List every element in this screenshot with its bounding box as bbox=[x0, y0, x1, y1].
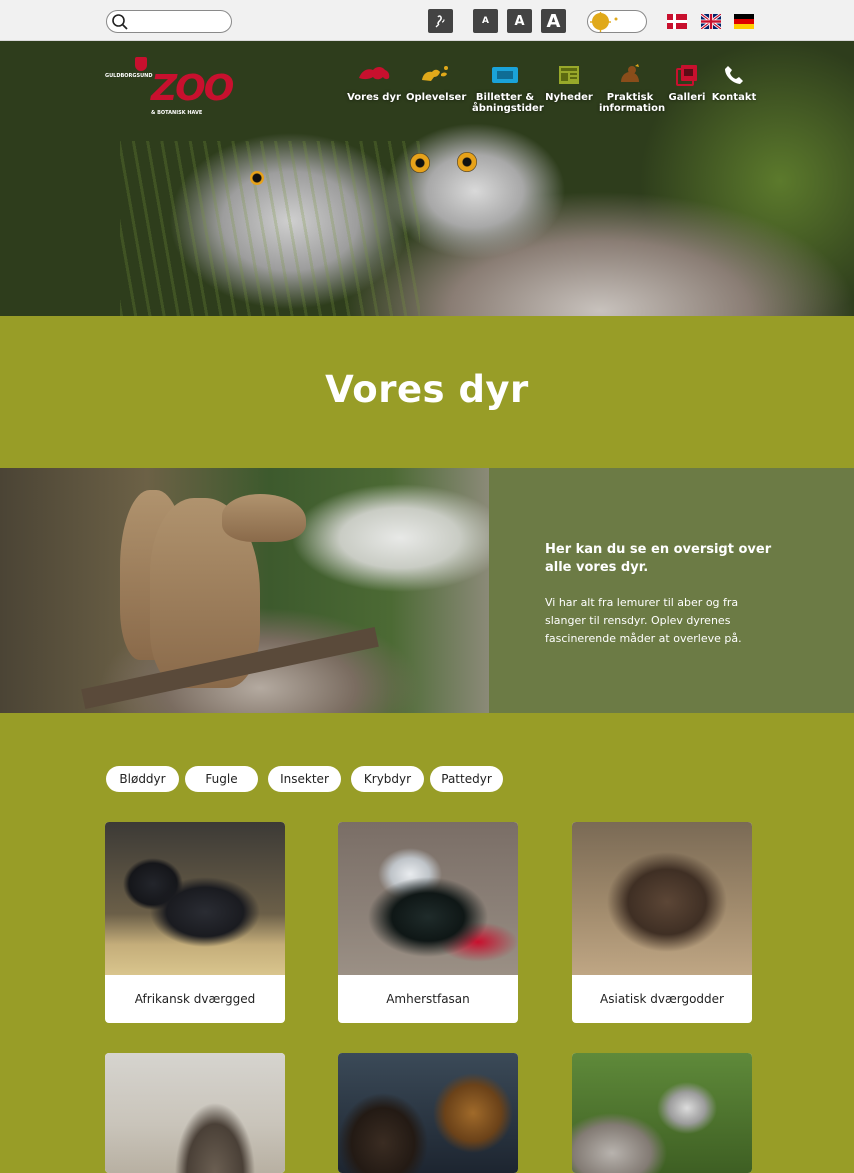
animal-card[interactable] bbox=[572, 1053, 752, 1173]
nav-item-billetter[interactable]: Billetter & åbningstider bbox=[472, 64, 544, 114]
nav-item-galleri[interactable]: Galleri bbox=[667, 64, 707, 114]
nav-label: Praktisk information bbox=[599, 92, 666, 114]
hearing-loop-button[interactable] bbox=[428, 9, 453, 33]
animals-icon bbox=[359, 67, 390, 80]
utility-bar: A A A bbox=[0, 0, 854, 41]
animal-photo bbox=[105, 1053, 285, 1173]
filter-insekter[interactable]: Insekter bbox=[268, 766, 341, 792]
logo-subtitle: & BOTANISK HAVE bbox=[151, 110, 203, 116]
lemur-eye bbox=[457, 152, 477, 172]
info-icon bbox=[621, 64, 639, 82]
filter-pattedyr[interactable]: Pattedyr bbox=[430, 766, 503, 792]
filter-fugle[interactable]: Fugle bbox=[185, 766, 258, 792]
animal-photo bbox=[338, 822, 518, 975]
title-band: Vores dyr bbox=[0, 316, 854, 468]
intro-text: Vi har alt fra lemurer til aber og fra s… bbox=[545, 596, 742, 645]
search-icon bbox=[112, 14, 128, 30]
animal-photo bbox=[572, 822, 752, 975]
animal-name: Amherstfasan bbox=[386, 992, 470, 1006]
text-size-medium-button[interactable]: A bbox=[507, 9, 532, 33]
intro-heading: Her kan du se en oversigt over alle vore… bbox=[545, 542, 772, 575]
zoo-logo[interactable]: GULDBORGSUND ZOO & BOTANISK HAVE bbox=[105, 57, 234, 121]
filter-bloddyr[interactable]: Bløddyr bbox=[106, 766, 179, 792]
nav-item-kontakt[interactable]: Kontakt bbox=[711, 64, 757, 114]
flag-english-icon[interactable] bbox=[701, 14, 721, 29]
meerkat-image bbox=[0, 468, 489, 713]
animal-card[interactable] bbox=[338, 1053, 518, 1173]
animal-card[interactable] bbox=[105, 1053, 285, 1173]
nav-label: Galleri bbox=[668, 92, 706, 103]
page-title: Vores dyr bbox=[325, 368, 529, 411]
animal-card[interactable]: Afrikansk dværgged bbox=[105, 822, 285, 1023]
nav-label: Billetter & åbningstider bbox=[472, 92, 544, 114]
logo-main-text: ZOO bbox=[151, 68, 234, 109]
logo-small-text: GULDBORGSUND bbox=[105, 73, 153, 79]
experiences-icon bbox=[422, 66, 448, 81]
nav-item-oplevelser[interactable]: Oplevelser bbox=[406, 64, 467, 114]
gallery-icon bbox=[676, 65, 697, 86]
hearing-icon bbox=[435, 15, 445, 28]
contrast-toggle[interactable] bbox=[587, 10, 647, 33]
nav-label: Kontakt bbox=[711, 92, 757, 103]
animal-name: Asiatisk dværgodder bbox=[600, 992, 724, 1006]
flag-danish-icon[interactable] bbox=[667, 14, 687, 29]
nav-item-praktisk-information[interactable]: Praktisk information bbox=[599, 64, 666, 114]
animal-photo bbox=[572, 1053, 752, 1173]
animal-photo bbox=[338, 1053, 518, 1173]
phone-icon bbox=[725, 66, 743, 84]
animal-photo bbox=[105, 822, 285, 975]
lemur-eye bbox=[410, 153, 430, 173]
animal-card[interactable]: Asiatisk dværgodder bbox=[572, 822, 752, 1023]
animal-name: Afrikansk dværgged bbox=[134, 992, 256, 1006]
crest-icon bbox=[135, 57, 147, 71]
animal-card[interactable]: Amherstfasan bbox=[338, 822, 518, 1023]
news-icon bbox=[559, 66, 579, 84]
nav-label: Nyheder bbox=[545, 92, 593, 103]
intro-panel: Her kan du se en oversigt over alle vore… bbox=[489, 468, 854, 713]
filter-krybdyr[interactable]: Krybdyr bbox=[351, 766, 424, 792]
lemur-eye bbox=[250, 171, 264, 185]
nav-label: Vores dyr bbox=[347, 92, 401, 103]
text-size-large-button[interactable]: A bbox=[541, 9, 566, 33]
nav-label: Oplevelser bbox=[406, 92, 467, 103]
tickets-icon bbox=[492, 67, 518, 83]
nav-item-nyheder[interactable]: Nyheder bbox=[544, 64, 594, 114]
text-size-small-button[interactable]: A bbox=[473, 9, 498, 33]
flag-german-icon[interactable] bbox=[734, 14, 754, 29]
nav-item-vores-dyr[interactable]: Vores dyr bbox=[347, 64, 401, 114]
search-input[interactable] bbox=[106, 10, 232, 33]
